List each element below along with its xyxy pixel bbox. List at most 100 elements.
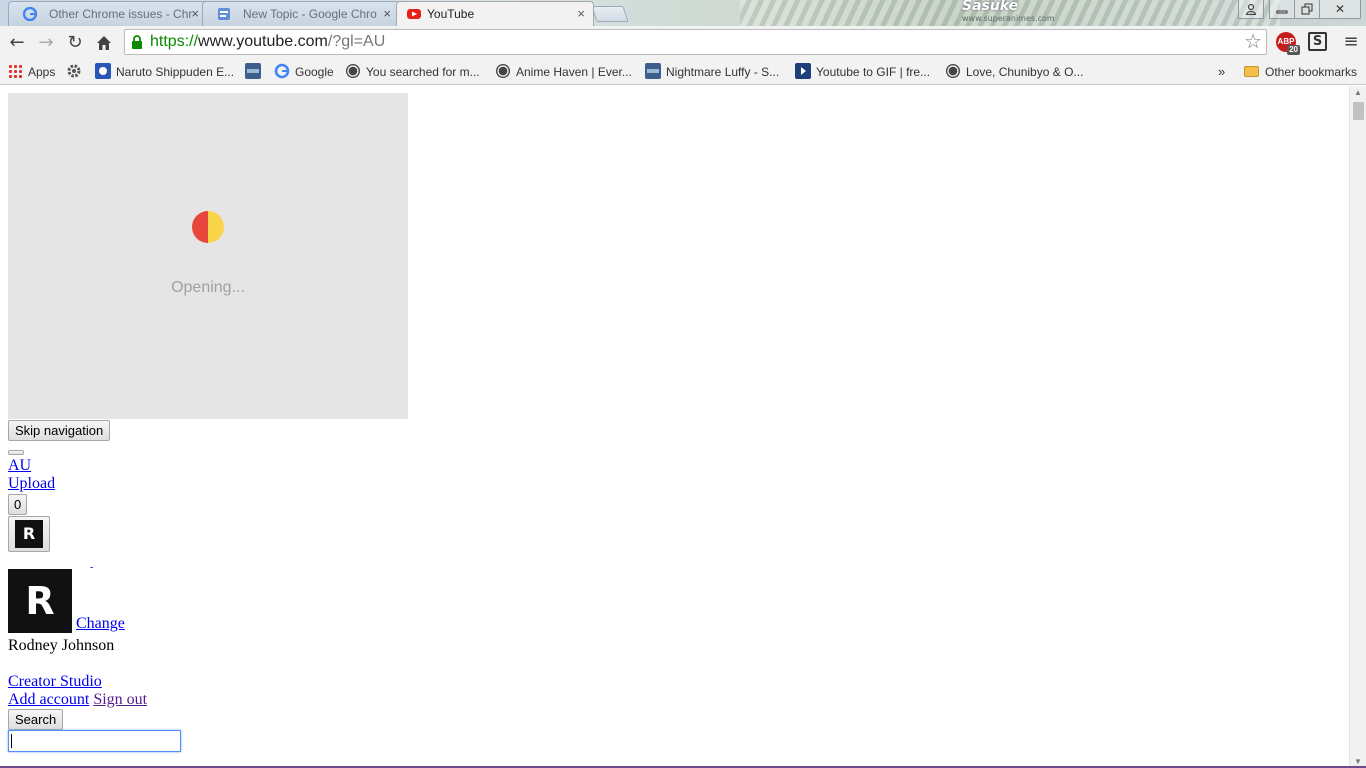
forward-button[interactable]: → xyxy=(33,30,59,56)
bookmark-label: Google xyxy=(295,65,334,79)
page-content: Opening... Skip navigation AU Upload 0 R… xyxy=(0,86,1349,768)
arrow-right-icon: → xyxy=(38,32,54,53)
bookmark-love-chunibyo[interactable]: Love, Chunibyo & O... xyxy=(945,62,1083,82)
youtube-icon xyxy=(407,9,421,19)
bookmark-label: Apps xyxy=(28,65,56,79)
bookmark-you-searched[interactable]: You searched for m... xyxy=(345,62,480,82)
close-icon[interactable]: × xyxy=(383,2,391,26)
region-link[interactable]: AU xyxy=(8,457,31,474)
google-g-icon xyxy=(274,63,290,79)
user-icon xyxy=(1245,3,1257,16)
adblock-plus-extension[interactable]: ABP 20 xyxy=(1276,32,1300,55)
minimize-button[interactable] xyxy=(1269,0,1295,19)
theme-brand-url: www.superanimes.com xyxy=(962,14,1055,23)
close-icon: ✕ xyxy=(1334,2,1346,16)
account-avatar-button[interactable]: R xyxy=(8,516,50,552)
creator-studio-row: Creator Studio xyxy=(8,673,102,691)
new-tab-button[interactable] xyxy=(591,6,629,22)
account-links-row: Add account Sign out xyxy=(8,691,147,709)
guide-button[interactable] xyxy=(8,450,24,455)
arrow-left-icon: ← xyxy=(9,32,25,53)
generic-site-icon xyxy=(645,63,661,79)
tab-other-chrome-issues[interactable]: Other Chrome issues - Chr × xyxy=(8,1,208,26)
close-icon[interactable]: × xyxy=(191,2,199,26)
tab-title: YouTube xyxy=(427,7,475,21)
folder-icon xyxy=(1244,66,1259,77)
reload-button[interactable]: ↻ xyxy=(62,30,88,56)
loading-panel: Opening... xyxy=(8,93,408,419)
reload-icon: ↻ xyxy=(67,32,83,53)
upload-row: Upload xyxy=(8,475,55,493)
bookmarks-bar: Apps Naruto Shippuden E... Google You se… xyxy=(0,59,1366,85)
page-scrollbar[interactable]: ▲ ▼ xyxy=(1349,86,1366,768)
url-path: /?gl=AU xyxy=(327,33,386,50)
bookmark-label: Anime Haven | Ever... xyxy=(516,65,632,79)
search-input[interactable] xyxy=(8,730,181,752)
bookmark-settings[interactable] xyxy=(66,62,82,82)
close-icon[interactable]: × xyxy=(577,2,585,26)
wordpress-icon xyxy=(496,64,510,78)
account-button-row: R xyxy=(8,516,50,557)
lock-icon xyxy=(132,35,142,49)
profile-button[interactable] xyxy=(1238,0,1264,19)
chrome-menu-button[interactable]: ≡ xyxy=(1340,30,1362,54)
bookmark-star-icon[interactable]: ☆ xyxy=(1244,30,1262,54)
google-g-icon xyxy=(23,7,37,21)
restore-button[interactable] xyxy=(1294,0,1320,19)
bookmark-label: Naruto Shippuden E... xyxy=(116,65,235,79)
scrollbar-thumb[interactable] xyxy=(1353,102,1364,120)
notifications-button[interactable]: 0 xyxy=(8,494,28,515)
bookmark-label: Youtube to GIF | fre... xyxy=(816,65,931,79)
tab-new-topic[interactable]: New Topic - Google Chro × xyxy=(202,1,400,26)
url-text: https://www.youtube.com/?gl=AU xyxy=(150,30,385,54)
bookmarks-overflow-chevron-icon[interactable]: » xyxy=(1218,62,1225,82)
tab-youtube[interactable]: YouTube × xyxy=(396,1,594,26)
avatar-logo: R xyxy=(22,524,36,543)
guide-button-row xyxy=(8,450,24,455)
upload-link[interactable]: Upload xyxy=(8,475,55,492)
home-icon xyxy=(97,36,111,50)
bookmark-label: Other bookmarks xyxy=(1265,65,1358,79)
url-scheme: https:// xyxy=(150,33,199,50)
avatar-logo: R xyxy=(25,579,55,623)
tab-title: Other Chrome issues - Chr xyxy=(49,7,193,21)
bookmark-google[interactable]: Google xyxy=(274,62,334,82)
loading-spinner-icon xyxy=(192,211,224,243)
bookmark-blank-site[interactable] xyxy=(245,62,266,82)
gif-site-icon xyxy=(795,63,811,79)
theme-brand: Sasuke xyxy=(962,0,1019,14)
bookmark-apps[interactable]: Apps xyxy=(8,62,55,82)
close-window-button[interactable]: ✕ xyxy=(1319,0,1361,19)
minimize-icon xyxy=(1276,10,1288,14)
wordpress-icon xyxy=(346,64,360,78)
s-extension-label: S xyxy=(1312,34,1323,49)
apps-grid-icon xyxy=(8,64,22,78)
bookmark-label: You searched for m... xyxy=(366,65,480,79)
bookmark-label: Nightmare Luffy - S... xyxy=(666,65,780,79)
restore-icon xyxy=(1301,3,1313,15)
bookmark-naruto[interactable]: Naruto Shippuden E... xyxy=(95,62,234,82)
notifications-row: 0 xyxy=(8,494,28,515)
scroll-down-icon[interactable]: ▼ xyxy=(1354,757,1362,766)
region-row: AU xyxy=(8,457,31,475)
tab-title: New Topic - Google Chro xyxy=(243,7,377,21)
gear-icon xyxy=(67,64,81,78)
scroll-up-icon[interactable]: ▲ xyxy=(1354,88,1362,97)
bookmark-other-bookmarks[interactable]: Other bookmarks xyxy=(1244,62,1357,82)
s-extension[interactable]: S xyxy=(1308,32,1327,51)
loading-text: Opening... xyxy=(171,279,245,296)
bookmark-nightmare-luffy[interactable]: Nightmare Luffy - S... xyxy=(645,62,779,82)
address-bar[interactable]: https://www.youtube.com/?gl=AU ☆ xyxy=(124,29,1267,55)
avatar-large[interactable]: R xyxy=(8,569,72,633)
search-button[interactable]: Search xyxy=(8,709,64,730)
change-avatar-link[interactable]: Change xyxy=(76,615,125,632)
url-host: www.youtube.com xyxy=(198,33,328,50)
add-account-link[interactable]: Add account xyxy=(8,691,89,708)
home-button[interactable] xyxy=(91,30,117,56)
bookmark-youtube-to-gif[interactable]: Youtube to GIF | fre... xyxy=(795,62,930,82)
back-button[interactable]: ← xyxy=(4,30,30,56)
sign-out-link[interactable]: Sign out xyxy=(93,691,147,708)
bookmark-anime-haven[interactable]: Anime Haven | Ever... xyxy=(495,62,632,82)
creator-studio-link[interactable]: Creator Studio xyxy=(8,673,102,690)
skip-navigation-button[interactable]: Skip navigation xyxy=(8,420,111,441)
